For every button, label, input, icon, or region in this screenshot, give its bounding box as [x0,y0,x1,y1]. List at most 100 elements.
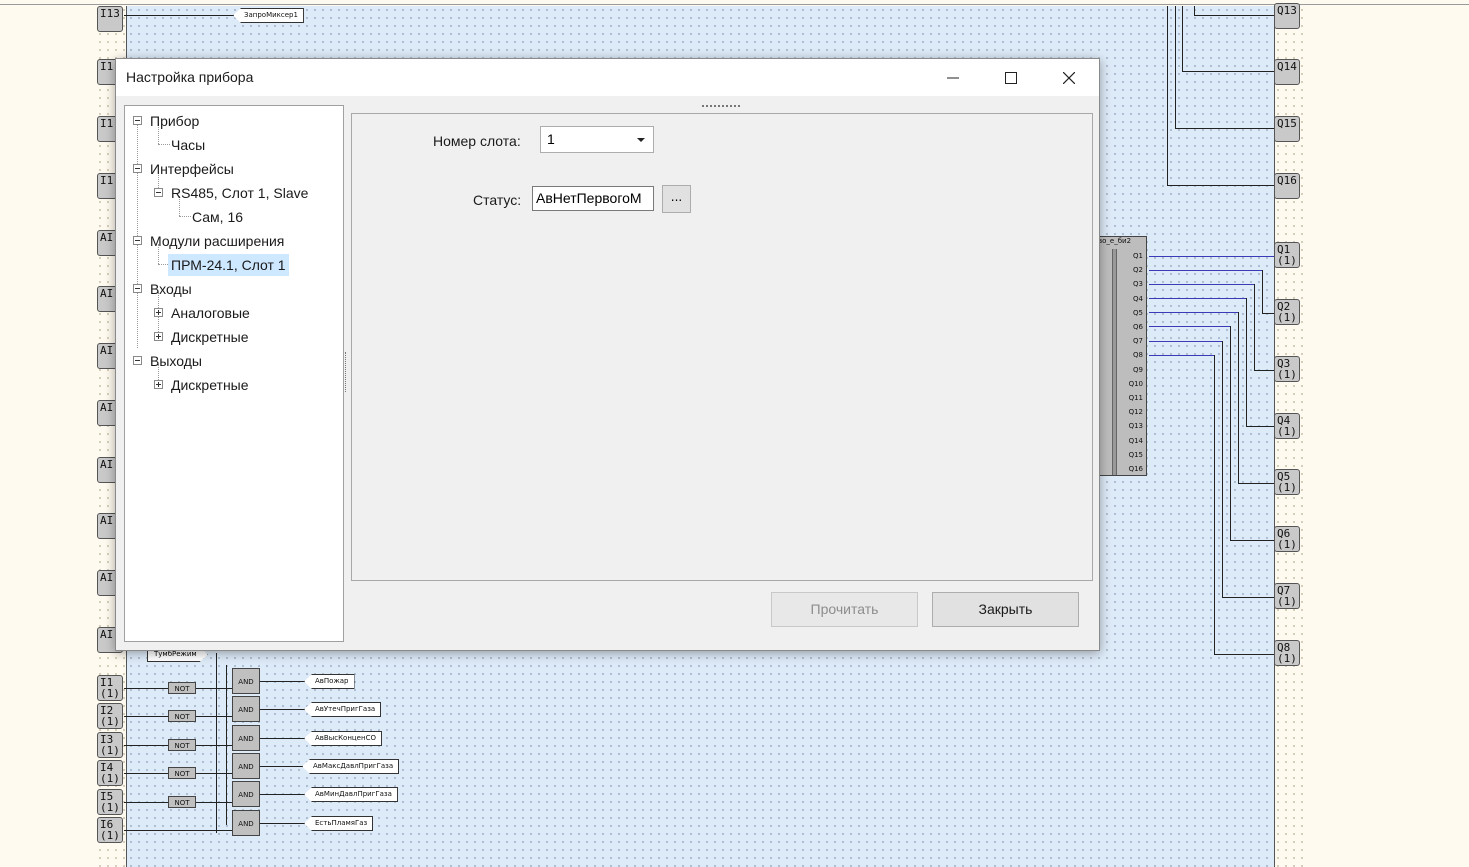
wire [1149,284,1254,285]
tree-item-device[interactable]: Прибор [150,110,199,132]
output-tag[interactable]: АвВысКонценСО [304,731,382,746]
maximize-button[interactable] [982,59,1040,96]
close-window-button[interactable] [1040,59,1098,96]
vertical-splitter[interactable] [345,352,348,392]
expand-icon[interactable] [154,380,163,389]
wire [1167,6,1168,186]
tree-item-discrete-outputs[interactable]: Дискретные [171,374,249,396]
input-pin-i1[interactable]: I1 (1) [97,675,123,701]
wire [1149,298,1246,299]
wire [1149,256,1274,257]
input-pin-i5[interactable]: I5 (1) [97,789,123,815]
block-output-label: Q2 [1133,266,1143,275]
output-tag[interactable]: АвПожар [304,674,355,689]
browse-button[interactable]: ... [662,185,691,213]
wire [124,15,234,16]
and-gate[interactable]: AND [232,753,260,779]
collapse-icon[interactable] [133,356,142,365]
tree-item-discrete-inputs[interactable]: Дискретные [171,326,249,348]
tree-line [158,144,170,145]
device-tree[interactable]: Прибор Часы Интерфейсы RS485, Слот 1, Sl… [124,105,344,642]
output-pin-q13[interactable]: Q13 [1274,3,1300,29]
status-label: Статус: [473,192,522,208]
block-output-label: Q10 [1128,379,1143,388]
tree-item-inputs[interactable]: Входы [150,278,192,300]
collapse-icon[interactable] [133,236,142,245]
close-button[interactable]: Закрыть [932,592,1079,627]
tree-item-modules[interactable]: Модули расширения [150,230,284,252]
and-gate[interactable]: AND [232,810,260,836]
wire [1149,326,1230,327]
wire [1149,270,1262,271]
function-block[interactable]: во_е_би2 Q1 Q2 Q3 Q4 Q5 Q6 Q7 Q8 Q9 Q10 Q11 Q12 Q13 Q… [1098,236,1147,476]
not-gate[interactable]: NOT [168,739,196,751]
not-gate[interactable]: NOT [168,796,196,808]
wire [1230,326,1231,540]
output-tag[interactable]: АвМаксДавлПригГаза [302,759,400,774]
output-pin-q2[interactable]: Q2 (1) [1274,299,1300,325]
tree-item-interfaces[interactable]: Интерфейсы [150,158,234,180]
input-pin-i3[interactable]: I3 (1) [97,732,123,758]
output-pin-q8[interactable]: Q8 (1) [1274,640,1300,666]
output-tag[interactable]: ЕстьПламяГаз [304,816,374,831]
wire [1262,313,1274,314]
not-gate[interactable]: NOT [168,767,196,779]
tree-item-analog-inputs[interactable]: Аналоговые [171,302,250,324]
input-pin-i4[interactable]: I4 (1) [97,760,123,786]
input-pin-i13[interactable]: I13 [97,6,123,32]
collapse-icon[interactable] [133,284,142,293]
tree-item-self[interactable]: Сам, 16 [192,206,243,228]
minimize-button[interactable] [924,59,982,96]
collapse-icon[interactable] [133,164,142,173]
not-gate[interactable]: NOT [168,710,196,722]
wire [124,716,168,717]
output-pin-q16[interactable]: Q16 [1274,173,1300,199]
panel-grip[interactable] [702,105,740,107]
collapse-icon[interactable] [133,116,142,125]
input-pin-i2[interactable]: I2 (1) [97,703,123,729]
tree-item-rs485[interactable]: RS485, Слот 1, Slave [171,182,308,204]
expand-icon[interactable] [154,308,163,317]
output-pin-q4[interactable]: Q4 (1) [1274,413,1300,439]
settings-panel [351,113,1093,581]
output-pin-q14[interactable]: Q14 [1274,59,1300,85]
wire [1222,341,1223,597]
input-pin-i6[interactable]: I6 (1) [97,817,123,843]
wire [1238,483,1274,484]
wire [1214,355,1215,654]
signal-tag[interactable]: ЗапроМиксер1 [233,8,304,23]
not-gate[interactable]: NOT [168,682,196,694]
block-output-label: Q16 [1128,465,1143,473]
output-tag[interactable]: АвУтечПригГаза [304,702,382,717]
output-pin-q3[interactable]: Q3 (1) [1274,356,1300,382]
status-field[interactable]: АвНетПервогоМ [532,186,654,211]
output-tag[interactable]: АвМинДавлПригГаза [304,787,398,802]
expand-icon[interactable] [154,332,163,341]
title-bar[interactable]: Настройка прибора [116,59,1099,96]
and-gate[interactable]: AND [232,781,260,807]
wire [196,716,232,717]
block-title: во_е_би2 [1098,237,1132,245]
tree-item-prm-selected[interactable]: ПРМ-24.1, Слот 1 [168,254,289,276]
wire [1254,370,1274,371]
wire [1194,15,1274,16]
and-gate[interactable]: AND [232,696,260,722]
output-pin-q7[interactable]: Q7 (1) [1274,583,1300,609]
device-settings-dialog: Настройка прибора Прибор Часы Интерфейсы… [115,58,1100,651]
tree-item-clock[interactable]: Часы [171,134,205,156]
and-gate[interactable]: AND [232,668,260,694]
slot-number-value: 1 [547,131,555,147]
read-button[interactable]: Прочитать [771,592,918,627]
wire [196,688,232,689]
wire [1194,6,1195,15]
slot-number-select[interactable]: 1 [540,126,654,153]
output-pin-q6[interactable]: Q6 (1) [1274,526,1300,552]
output-pin-q5[interactable]: Q5 (1) [1274,469,1300,495]
output-pin-q15[interactable]: Q15 [1274,116,1300,142]
tree-item-outputs[interactable]: Выходы [150,350,202,372]
wire [1246,298,1247,427]
close-icon [1063,71,1075,84]
and-gate[interactable]: AND [232,725,260,751]
output-pin-q1[interactable]: Q1 (1) [1274,242,1300,268]
collapse-icon[interactable] [154,188,163,197]
